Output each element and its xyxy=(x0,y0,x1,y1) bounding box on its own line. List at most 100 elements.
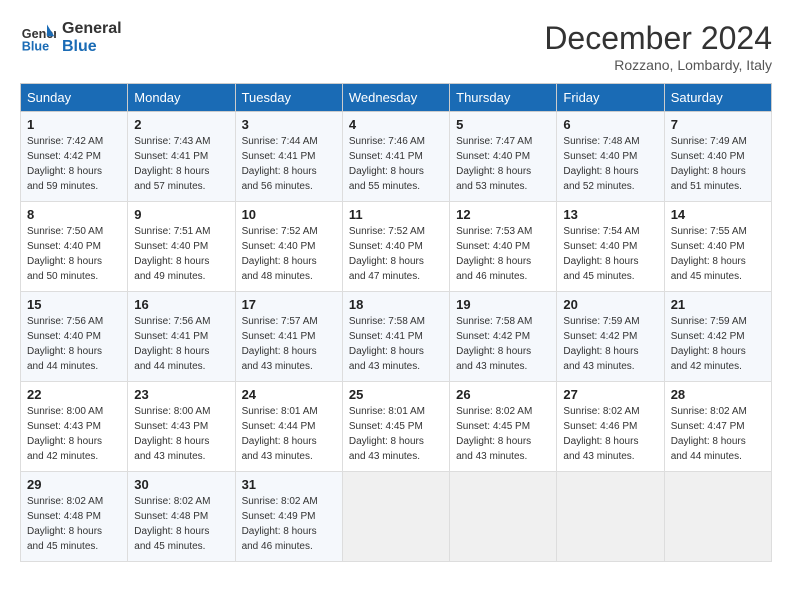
calendar-cell: 13 Sunrise: 7:54 AMSunset: 4:40 PMDayligh… xyxy=(557,202,664,292)
calendar-cell: 16 Sunrise: 7:56 AMSunset: 4:41 PMDayligh… xyxy=(128,292,235,382)
calendar-cell: 2Sunrise: 7:43 AMSunset: 4:41 PMDaylight… xyxy=(128,112,235,202)
calendar-week-1: 1Sunrise: 7:42 AMSunset: 4:42 PMDaylight… xyxy=(21,112,772,202)
day-info: Sunrise: 7:56 AMSunset: 4:40 PMDaylight:… xyxy=(27,314,121,374)
day-number: 5 xyxy=(456,117,550,132)
calendar-week-5: 29Sunrise: 8:02 AMSunset: 4:48 PMDayligh… xyxy=(21,472,772,562)
calendar-cell: 6 Sunrise: 7:48 AMSunset: 4:40 PMDaylight… xyxy=(557,112,664,202)
day-info: Sunrise: 7:55 AMSunset: 4:40 PMDaylight:… xyxy=(671,224,765,284)
day-number: 27 xyxy=(563,387,657,402)
calendar-cell: 31 Sunrise: 8:02 AMSunset: 4:49 PMDayligh… xyxy=(235,472,342,562)
day-info: Sunrise: 7:44 AMSunset: 4:41 PMDaylight:… xyxy=(242,134,336,194)
day-number: 18 xyxy=(349,297,443,312)
day-info: Sunrise: 7:52 AMSunset: 4:40 PMDaylight:… xyxy=(242,224,336,284)
calendar-cell: 8 Sunrise: 7:50 AMSunset: 4:40 PMDaylight… xyxy=(21,202,128,292)
day-number: 23 xyxy=(134,387,228,402)
calendar-cell: 4 Sunrise: 7:46 AMSunset: 4:41 PMDaylight… xyxy=(342,112,449,202)
day-number: 26 xyxy=(456,387,550,402)
calendar-cell: 11 Sunrise: 7:52 AMSunset: 4:40 PMDayligh… xyxy=(342,202,449,292)
day-number: 19 xyxy=(456,297,550,312)
day-number: 21 xyxy=(671,297,765,312)
day-number: 30 xyxy=(134,477,228,492)
day-info: Sunrise: 7:53 AMSunset: 4:40 PMDaylight:… xyxy=(456,224,550,284)
day-info: Sunrise: 8:01 AMSunset: 4:45 PMDaylight:… xyxy=(349,404,443,464)
day-number: 17 xyxy=(242,297,336,312)
svg-text:Blue: Blue xyxy=(22,40,49,54)
weekday-header-saturday: Saturday xyxy=(664,84,771,112)
day-info: Sunrise: 8:02 AMSunset: 4:49 PMDaylight:… xyxy=(242,494,336,554)
calendar-cell: 21 Sunrise: 7:59 AMSunset: 4:42 PMDayligh… xyxy=(664,292,771,382)
day-info: Sunrise: 7:52 AMSunset: 4:40 PMDaylight:… xyxy=(349,224,443,284)
logo-line1: General xyxy=(62,20,122,38)
calendar-cell: 26 Sunrise: 8:02 AMSunset: 4:45 PMDayligh… xyxy=(450,382,557,472)
calendar-cell xyxy=(450,472,557,562)
calendar-cell xyxy=(557,472,664,562)
day-number: 4 xyxy=(349,117,443,132)
calendar-cell: 14 Sunrise: 7:55 AMSunset: 4:40 PMDayligh… xyxy=(664,202,771,292)
day-info: Sunrise: 7:47 AMSunset: 4:40 PMDaylight:… xyxy=(456,134,550,194)
calendar-cell: 10Sunrise: 7:52 AMSunset: 4:40 PMDayligh… xyxy=(235,202,342,292)
weekday-header-friday: Friday xyxy=(557,84,664,112)
logo: General Blue General Blue xyxy=(20,20,122,56)
calendar-cell: 19 Sunrise: 7:58 AMSunset: 4:42 PMDayligh… xyxy=(450,292,557,382)
day-number: 20 xyxy=(563,297,657,312)
calendar-cell: 18 Sunrise: 7:58 AMSunset: 4:41 PMDayligh… xyxy=(342,292,449,382)
calendar-cell: 5 Sunrise: 7:47 AMSunset: 4:40 PMDaylight… xyxy=(450,112,557,202)
day-number: 12 xyxy=(456,207,550,222)
day-number: 13 xyxy=(563,207,657,222)
calendar-table: SundayMondayTuesdayWednesdayThursdayFrid… xyxy=(20,83,772,562)
day-number: 24 xyxy=(242,387,336,402)
calendar-cell: 28 Sunrise: 8:02 AMSunset: 4:47 PMDayligh… xyxy=(664,382,771,472)
calendar-cell: 12 Sunrise: 7:53 AMSunset: 4:40 PMDayligh… xyxy=(450,202,557,292)
day-number: 9 xyxy=(134,207,228,222)
day-number: 31 xyxy=(242,477,336,492)
day-info: Sunrise: 8:02 AMSunset: 4:47 PMDaylight:… xyxy=(671,404,765,464)
day-number: 22 xyxy=(27,387,121,402)
day-info: Sunrise: 7:42 AMSunset: 4:42 PMDaylight:… xyxy=(27,134,121,194)
day-number: 3 xyxy=(242,117,336,132)
calendar-cell: 25Sunrise: 8:01 AMSunset: 4:45 PMDayligh… xyxy=(342,382,449,472)
day-info: Sunrise: 7:58 AMSunset: 4:42 PMDaylight:… xyxy=(456,314,550,374)
day-info: Sunrise: 7:54 AMSunset: 4:40 PMDaylight:… xyxy=(563,224,657,284)
calendar-cell: 17 Sunrise: 7:57 AMSunset: 4:41 PMDayligh… xyxy=(235,292,342,382)
calendar-week-3: 15Sunrise: 7:56 AMSunset: 4:40 PMDayligh… xyxy=(21,292,772,382)
day-number: 16 xyxy=(134,297,228,312)
weekday-header-monday: Monday xyxy=(128,84,235,112)
calendar-cell: 23Sunrise: 8:00 AMSunset: 4:43 PMDayligh… xyxy=(128,382,235,472)
calendar-cell: 3 Sunrise: 7:44 AMSunset: 4:41 PMDaylight… xyxy=(235,112,342,202)
weekday-header-wednesday: Wednesday xyxy=(342,84,449,112)
weekday-header-sunday: Sunday xyxy=(21,84,128,112)
day-info: Sunrise: 7:59 AMSunset: 4:42 PMDaylight:… xyxy=(563,314,657,374)
day-info: Sunrise: 7:59 AMSunset: 4:42 PMDaylight:… xyxy=(671,314,765,374)
day-number: 6 xyxy=(563,117,657,132)
day-info: Sunrise: 7:46 AMSunset: 4:41 PMDaylight:… xyxy=(349,134,443,194)
day-number: 7 xyxy=(671,117,765,132)
day-info: Sunrise: 8:02 AMSunset: 4:46 PMDaylight:… xyxy=(563,404,657,464)
day-number: 8 xyxy=(27,207,121,222)
day-info: Sunrise: 7:43 AMSunset: 4:41 PMDaylight:… xyxy=(134,134,228,194)
weekday-header-tuesday: Tuesday xyxy=(235,84,342,112)
logo-line2: Blue xyxy=(62,38,122,56)
day-number: 11 xyxy=(349,207,443,222)
calendar-cell: 22 Sunrise: 8:00 AMSunset: 4:43 PMDayligh… xyxy=(21,382,128,472)
page-header: General Blue General Blue December 2024 … xyxy=(20,20,772,73)
calendar-week-4: 22 Sunrise: 8:00 AMSunset: 4:43 PMDayligh… xyxy=(21,382,772,472)
day-info: Sunrise: 7:57 AMSunset: 4:41 PMDaylight:… xyxy=(242,314,336,374)
calendar-cell: 30Sunrise: 8:02 AMSunset: 4:48 PMDayligh… xyxy=(128,472,235,562)
calendar-cell xyxy=(342,472,449,562)
day-info: Sunrise: 7:51 AMSunset: 4:40 PMDaylight:… xyxy=(134,224,228,284)
weekday-header-thursday: Thursday xyxy=(450,84,557,112)
day-info: Sunrise: 8:00 AMSunset: 4:43 PMDaylight:… xyxy=(27,404,121,464)
month-title: December 2024 xyxy=(544,20,772,57)
calendar-cell: 9 Sunrise: 7:51 AMSunset: 4:40 PMDaylight… xyxy=(128,202,235,292)
calendar-cell: 24 Sunrise: 8:01 AMSunset: 4:44 PMDayligh… xyxy=(235,382,342,472)
day-info: Sunrise: 7:50 AMSunset: 4:40 PMDaylight:… xyxy=(27,224,121,284)
day-number: 28 xyxy=(671,387,765,402)
day-info: Sunrise: 7:48 AMSunset: 4:40 PMDaylight:… xyxy=(563,134,657,194)
day-info: Sunrise: 7:56 AMSunset: 4:41 PMDaylight:… xyxy=(134,314,228,374)
calendar-cell: 29Sunrise: 8:02 AMSunset: 4:48 PMDayligh… xyxy=(21,472,128,562)
day-info: Sunrise: 7:58 AMSunset: 4:41 PMDaylight:… xyxy=(349,314,443,374)
day-number: 14 xyxy=(671,207,765,222)
day-info: Sunrise: 8:01 AMSunset: 4:44 PMDaylight:… xyxy=(242,404,336,464)
calendar-cell: 1Sunrise: 7:42 AMSunset: 4:42 PMDaylight… xyxy=(21,112,128,202)
day-info: Sunrise: 8:02 AMSunset: 4:45 PMDaylight:… xyxy=(456,404,550,464)
